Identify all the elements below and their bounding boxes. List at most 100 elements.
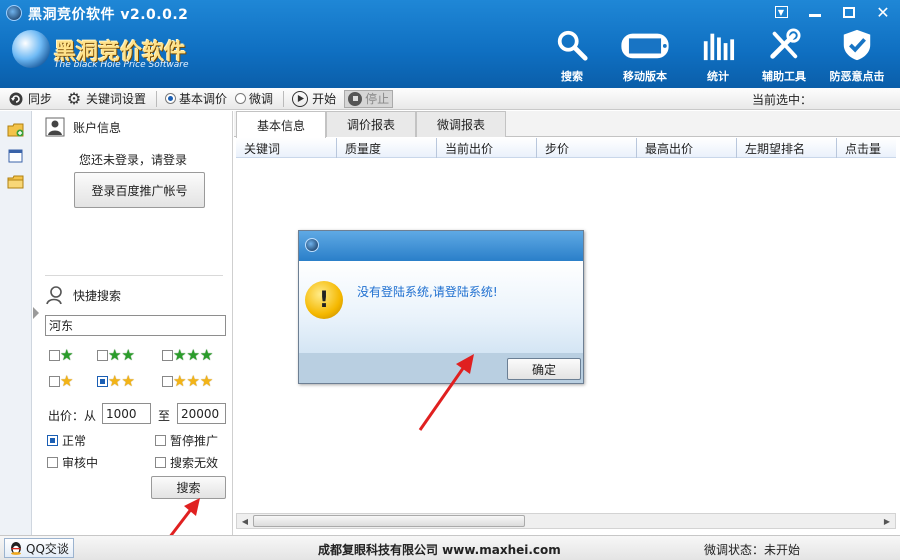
tool-anti-fraud-button[interactable]: 防恶意点击 <box>820 28 894 84</box>
column-header[interactable]: 当前出价 <box>437 138 537 158</box>
tool-mobile-button[interactable]: 移动版本 <box>608 28 682 84</box>
minimize-button[interactable] <box>798 0 832 24</box>
column-header[interactable]: 左期望排名 <box>737 138 837 158</box>
scroll-right-icon[interactable]: ▶ <box>879 514 895 528</box>
qq-chat-button[interactable]: QQ交谈 <box>4 538 74 558</box>
close-icon: ✕ <box>876 2 890 22</box>
user-icon <box>45 117 65 137</box>
green-star-icon: ★ <box>186 346 200 364</box>
status-invalid-label: 搜索无效 <box>170 456 219 470</box>
status-invalid-checkbox[interactable]: 搜索无效 <box>155 454 218 471</box>
radio-indicator <box>235 93 247 104</box>
bid-from-input[interactable]: 1000 <box>102 403 151 424</box>
filter-gold-3star[interactable]: ★ ★ ★ <box>162 374 213 389</box>
tab-basic-info[interactable]: 基本信息 <box>236 111 326 138</box>
tool-search-button[interactable]: 搜索 <box>542 28 602 84</box>
login-baidu-button[interactable]: 登录百度推广帐号 <box>74 172 205 208</box>
status-normal-checkbox[interactable]: 正常 <box>47 432 86 449</box>
green-star-icon: ★ <box>108 346 122 364</box>
checkbox <box>49 350 60 361</box>
app-icon[interactable] <box>6 5 22 21</box>
filter-green-3star[interactable]: ★ ★ ★ <box>162 348 213 363</box>
start-button[interactable]: 开始 <box>292 89 336 109</box>
bid-from-label: 出价：从 <box>48 409 97 423</box>
maximize-button[interactable] <box>832 0 866 24</box>
login-prompt: 您还未登录，请登录 <box>78 153 187 167</box>
stop-icon <box>348 91 363 106</box>
keyword-settings-button[interactable]: ⚙ 关键词设置 <box>66 89 146 109</box>
filter-gold-2star[interactable]: ★ ★ <box>97 374 135 389</box>
window-icon[interactable] <box>7 149 24 163</box>
status-normal-label: 正常 <box>62 434 87 448</box>
green-star-icon: ★ <box>173 346 187 364</box>
logo-subtitle: The black Hole Price Software <box>54 60 189 70</box>
scroll-left-icon[interactable]: ◀ <box>237 514 253 528</box>
tool-stats-button[interactable]: 统计 <box>688 28 748 84</box>
close-button[interactable]: ✕ <box>866 0 900 24</box>
gold-star-icon: ★ <box>186 372 200 390</box>
tab-adjust-report[interactable]: 调价报表 <box>326 111 416 137</box>
tool-label: 移动版本 <box>623 70 667 83</box>
shield-check-icon <box>843 29 871 61</box>
basic-adjust-radio[interactable]: 基本调价 <box>165 89 227 109</box>
tool-label: 搜索 <box>561 70 583 83</box>
status-paused-label: 暂停推广 <box>170 434 219 448</box>
gold-star-icon: ★ <box>173 372 187 390</box>
column-header[interactable]: 步价 <box>537 138 637 158</box>
horizontal-scrollbar[interactable]: ◀ ▶ <box>236 513 896 529</box>
filter-gold-1star[interactable]: ★ <box>49 374 73 389</box>
main-toolbar: 同步 ⚙ 关键词设置 基本调价 微调 开始 停止 当前选中： <box>0 88 900 110</box>
status-bar: QQ交谈 成都复眼科技有限公司 www.maxhei.com 微调状态：未开始 <box>0 535 900 560</box>
checkbox <box>155 435 166 446</box>
fine-adjust-radio[interactable]: 微调 <box>235 89 273 109</box>
bid-to-label: 至 <box>158 409 171 423</box>
sync-icon <box>8 91 24 107</box>
user-search-icon <box>46 286 62 305</box>
status-review-checkbox[interactable]: 审核中 <box>47 454 98 471</box>
quick-search-input[interactable]: 河东 <box>45 315 226 336</box>
logo-emblem-icon <box>12 30 50 68</box>
scrollbar-thumb[interactable] <box>253 515 525 527</box>
ok-button[interactable]: 确定 <box>507 358 581 380</box>
filter-green-1star[interactable]: ★ <box>49 348 73 363</box>
gold-star-icon: ★ <box>199 372 214 390</box>
checkbox <box>155 457 166 468</box>
play-icon <box>292 90 309 107</box>
panel-collapse-arrow-icon[interactable] <box>33 307 39 319</box>
bid-to-input[interactable]: 20000 <box>177 403 226 424</box>
checkbox <box>162 350 173 361</box>
start-label: 开始 <box>312 92 337 106</box>
column-header[interactable]: 质量度 <box>337 138 437 158</box>
stop-button[interactable]: 停止 <box>344 89 394 109</box>
mobile-icon <box>621 33 669 59</box>
account-info-label: 账户信息 <box>73 120 122 135</box>
panel-divider <box>45 275 223 276</box>
tab-fine-adjust-report[interactable]: 微调报表 <box>416 111 506 137</box>
folder-icon[interactable] <box>7 175 24 189</box>
column-header[interactable]: 最高出价 <box>637 138 737 158</box>
dialog-title-bar <box>299 231 583 261</box>
dialog-app-icon <box>305 238 319 252</box>
column-header[interactable]: 点击量 <box>837 138 896 158</box>
folder-add-icon[interactable] <box>7 123 24 137</box>
sync-button[interactable]: 同步 <box>8 89 52 109</box>
tool-label: 统计 <box>707 70 729 83</box>
qq-penguin-icon <box>11 542 21 555</box>
green-star-icon: ★ <box>60 346 74 364</box>
stats-bars-icon <box>703 33 735 61</box>
menu-dropdown-button[interactable]: ▼ <box>764 0 798 24</box>
toolbar-divider <box>156 90 158 107</box>
status-review-label: 审核中 <box>62 456 99 470</box>
status-paused-checkbox[interactable]: 暂停推广 <box>155 432 218 449</box>
stop-label: 停止 <box>365 92 390 106</box>
chevron-down-icon: ▼ <box>774 6 788 18</box>
minimize-icon <box>809 13 821 17</box>
quick-search-header: 快捷搜索 <box>45 285 121 305</box>
company-info: 成都复眼科技有限公司 www.maxhei.com <box>318 543 561 557</box>
filter-green-2star[interactable]: ★ ★ <box>97 348 135 363</box>
tab-bar: 基本信息 调价报表 微调报表 <box>234 111 900 138</box>
column-header[interactable]: 关键词 <box>236 138 337 158</box>
tool-auxiliary-button[interactable]: 辅助工具 <box>754 28 814 84</box>
tool-label: 防恶意点击 <box>829 70 885 83</box>
gear-icon: ⚙ <box>66 89 82 108</box>
